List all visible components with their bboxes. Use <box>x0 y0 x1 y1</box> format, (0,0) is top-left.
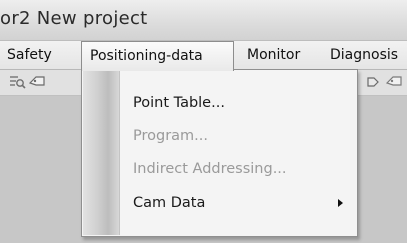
window-title: or2 New project <box>0 8 148 29</box>
title-bar[interactable]: or2 New project <box>0 0 407 40</box>
menu-monitor[interactable]: Monitor <box>247 41 300 70</box>
menu-item-program: Program... <box>133 128 209 144</box>
submenu-arrow-icon <box>338 199 343 207</box>
menu-bar: Safety Positioning-data Monitor Diagnosi… <box>0 40 407 71</box>
positioning-data-dropdown-menu: Point Table... Program... Indirect Addre… <box>81 69 358 237</box>
tag-icon[interactable] <box>28 74 46 90</box>
menu-item-point-table[interactable]: Point Table... <box>120 88 355 118</box>
menu-item-cam-data[interactable]: Cam Data <box>120 188 355 218</box>
menu-icon-gutter <box>83 71 119 235</box>
zoom-list-icon[interactable] <box>9 74 27 90</box>
menu-diagnosis[interactable]: Diagnosis <box>330 41 398 70</box>
menu-safety[interactable]: Safety <box>7 41 52 70</box>
menu-item-cam-data-label: Cam Data <box>133 195 206 211</box>
menu-item-indirect-addressing: Indirect Addressing... <box>133 161 287 177</box>
application-window: or2 New project Safety Positioning-data … <box>0 0 407 243</box>
menu-positioning-data[interactable]: Positioning-data <box>81 41 234 71</box>
tag-icon[interactable] <box>385 74 403 90</box>
chevron-icon[interactable] <box>366 74 384 90</box>
